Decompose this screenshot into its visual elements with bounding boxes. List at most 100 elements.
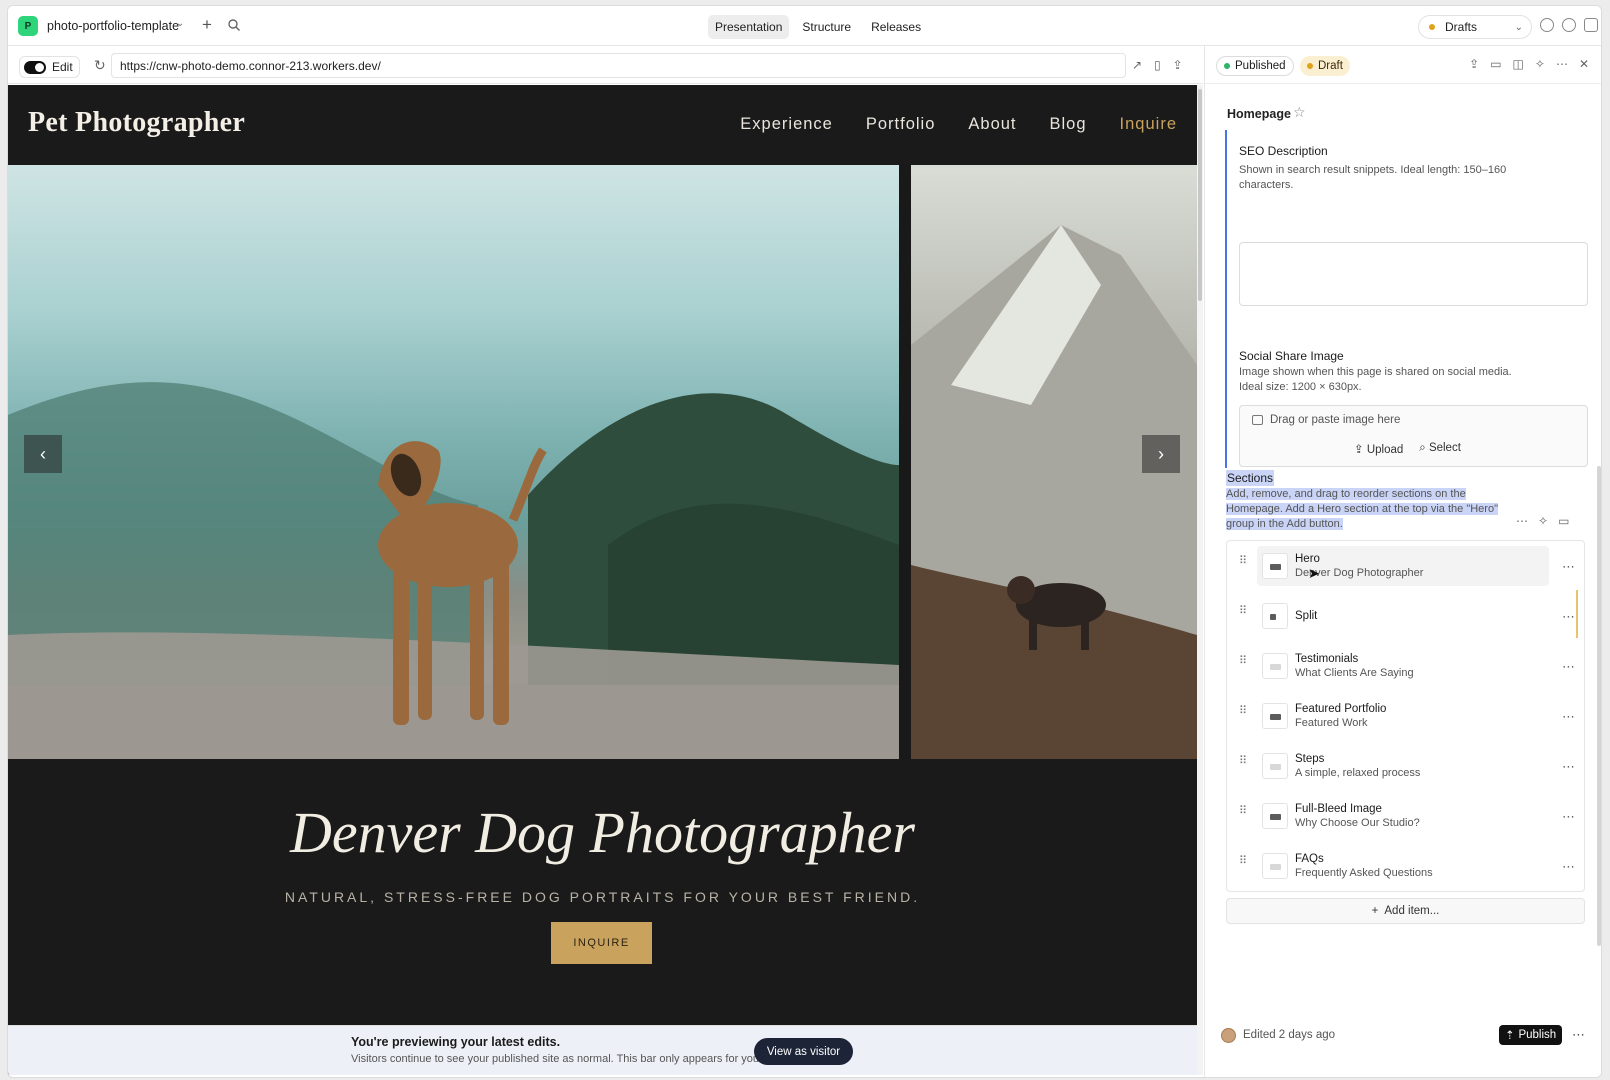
project-name[interactable]: photo-portfolio-template	[47, 19, 179, 33]
comment-icon[interactable]: ▭	[1490, 57, 1501, 71]
drag-handle-icon[interactable]: ⠿	[1239, 606, 1247, 617]
sections-tools: ⋯ ✧ ▭	[1516, 514, 1569, 528]
drag-handle-icon[interactable]: ⠿	[1239, 756, 1247, 767]
more-icon[interactable]: ⋯	[1572, 1027, 1585, 1043]
tab-releases[interactable]: Releases	[864, 15, 928, 39]
more-icon[interactable]: ⋯	[1562, 609, 1575, 625]
plus-icon[interactable]: +	[202, 15, 212, 35]
select-button[interactable]: ⌕ Select	[1419, 442, 1461, 456]
more-icon[interactable]: ⋯	[1556, 57, 1568, 71]
tab-presentation[interactable]: Presentation	[708, 15, 790, 39]
mouse-cursor-icon: ➤	[1308, 565, 1320, 581]
draft-dot-icon	[1429, 24, 1435, 30]
url-actions: ↗ ▯ ⇪	[1132, 58, 1183, 72]
chevron-down-icon[interactable]: ⌄	[176, 18, 184, 29]
section-name: FAQs	[1295, 853, 1324, 865]
drag-handle-icon[interactable]: ⠿	[1239, 806, 1247, 817]
section-type-icon	[1262, 603, 1288, 629]
list-item[interactable]: ⠿ Hero Denver Dog Photographer ⋯	[1227, 541, 1584, 591]
close-icon[interactable]: ✕	[1579, 57, 1589, 71]
more-icon[interactable]: ⋯	[1562, 759, 1575, 775]
section-subtitle: What Clients Are Saying	[1295, 667, 1414, 679]
sections-list: ⠿ Hero Denver Dog Photographer ⋯ ⠿ Split…	[1226, 540, 1585, 892]
seo-description-textarea[interactable]	[1239, 242, 1588, 306]
bolt-icon[interactable]	[1562, 18, 1576, 32]
more-icon[interactable]: ⋯	[1516, 514, 1528, 528]
view-as-visitor-button[interactable]: View as visitor	[754, 1038, 853, 1065]
drag-handle-icon[interactable]: ⠿	[1239, 656, 1247, 667]
chevron-down-icon: ⌄	[1514, 21, 1523, 33]
seo-description-help: Shown in search result snippets. Ideal l…	[1239, 164, 1507, 191]
section-name: Steps	[1295, 753, 1325, 765]
more-icon[interactable]: ⋯	[1562, 659, 1575, 675]
draft-status-badge[interactable]: Draft	[1300, 56, 1350, 76]
list-item[interactable]: ⠿ Testimonials What Clients Are Saying ⋯	[1227, 641, 1584, 691]
sections-label: Sections	[1226, 470, 1275, 486]
section-name: Hero	[1295, 553, 1320, 565]
search-icon[interactable]	[227, 18, 241, 32]
image-drop-zone[interactable]: Drag or paste image here ⇪ Upload ⌕ Sele…	[1239, 405, 1588, 467]
page-title: Homepage	[1227, 107, 1291, 121]
published-dot-icon	[1224, 63, 1230, 69]
sections-help-text: Add, remove, and drag to reorder section…	[1226, 488, 1498, 530]
section-type-icon	[1262, 703, 1288, 729]
carousel-next-button[interactable]: ›	[1142, 435, 1180, 473]
section-type-icon	[1262, 853, 1288, 879]
site-preview: Pet Photographer Experience Portfolio Ab…	[8, 85, 1197, 1075]
preview-notice-title: You're previewing your latest edits.	[351, 1035, 561, 1049]
comment-add-icon[interactable]: ▭	[1558, 514, 1569, 528]
sparkle-icon[interactable]: ✧	[1538, 514, 1548, 528]
scrollbar-thumb[interactable]	[1198, 89, 1202, 301]
drag-handle-icon[interactable]: ⠿	[1239, 856, 1247, 867]
hero-inquire-button[interactable]: INQUIRE	[551, 922, 652, 964]
nav-blog[interactable]: Blog	[1050, 115, 1087, 134]
panel-actions: ⇪ ▭ ◫ ✧ ⋯ ✕	[1469, 57, 1589, 71]
add-item-button[interactable]: + Add item...	[1226, 898, 1585, 924]
reload-icon[interactable]: ↻	[94, 57, 106, 74]
mobile-view-icon[interactable]: ▯	[1154, 58, 1161, 72]
list-item[interactable]: ⠿ FAQs Frequently Asked Questions ⋯	[1227, 841, 1584, 891]
seo-field-group: SEO Description Shown in search result s…	[1225, 130, 1590, 468]
tab-structure[interactable]: Structure	[795, 15, 858, 39]
list-item[interactable]: ⠿ Split ⋯	[1227, 591, 1584, 641]
more-icon[interactable]: ⋯	[1562, 859, 1575, 875]
drag-handle-icon[interactable]: ⠿	[1239, 706, 1247, 717]
nav-experience[interactable]: Experience	[740, 115, 833, 134]
nav-inquire[interactable]: Inquire	[1120, 115, 1177, 134]
list-item[interactable]: ⠿ Full-Bleed Image Why Choose Our Studio…	[1227, 791, 1584, 841]
split-pane-icon[interactable]: ◫	[1513, 57, 1524, 71]
section-subtitle: Why Choose Our Studio?	[1295, 817, 1420, 829]
star-icon[interactable]: ☆	[1293, 104, 1306, 121]
more-icon[interactable]: ⋯	[1562, 709, 1575, 725]
panel-scrollbar[interactable]	[1597, 466, 1601, 946]
list-item[interactable]: ⠿ Steps A simple, relaxed process ⋯	[1227, 741, 1584, 791]
drag-handle-icon[interactable]: ⠿	[1239, 556, 1247, 567]
more-icon[interactable]: ⋯	[1562, 809, 1575, 825]
url-input[interactable]: https://cnw-photo-demo.connor-213.worker…	[111, 53, 1126, 78]
nav-portfolio[interactable]: Portfolio	[866, 115, 936, 134]
external-link-icon[interactable]: ↗	[1132, 58, 1142, 72]
sparkle-icon[interactable]: ✧	[1535, 57, 1545, 71]
project-logo-icon[interactable]: P	[18, 16, 38, 36]
drafts-dropdown[interactable]: Drafts ⌄	[1418, 15, 1532, 39]
check-circle-icon[interactable]	[1540, 18, 1554, 32]
edit-toggle[interactable]: Edit	[19, 56, 80, 78]
published-label: Published	[1235, 60, 1286, 72]
site-title[interactable]: Pet Photographer	[28, 107, 245, 139]
section-subtitle: Frequently Asked Questions	[1295, 867, 1433, 879]
published-status-badge[interactable]: Published	[1216, 56, 1294, 76]
upload-button[interactable]: ⇪ Upload	[1354, 442, 1403, 456]
nav-about[interactable]: About	[968, 115, 1016, 134]
panel-header: Published Draft ⇪ ▭ ◫ ✧ ⋯ ✕	[1205, 46, 1601, 84]
drop-zone-text: Drag or paste image here	[1270, 414, 1401, 426]
preview-scrollbar[interactable]	[1197, 85, 1203, 1075]
publish-button[interactable]: ⇡ Publish	[1499, 1025, 1562, 1045]
share-icon[interactable]: ⇪	[1469, 57, 1479, 71]
carousel-prev-button[interactable]: ‹	[24, 435, 62, 473]
toggle-switch-icon	[24, 60, 46, 74]
more-icon[interactable]: ⋯	[1562, 559, 1575, 575]
share-icon[interactable]: ⇪	[1173, 58, 1183, 72]
view-tabs: Presentation Structure Releases	[708, 15, 928, 39]
account-icon[interactable]	[1584, 18, 1598, 32]
list-item[interactable]: ⠿ Featured Portfolio Featured Work ⋯	[1227, 691, 1584, 741]
